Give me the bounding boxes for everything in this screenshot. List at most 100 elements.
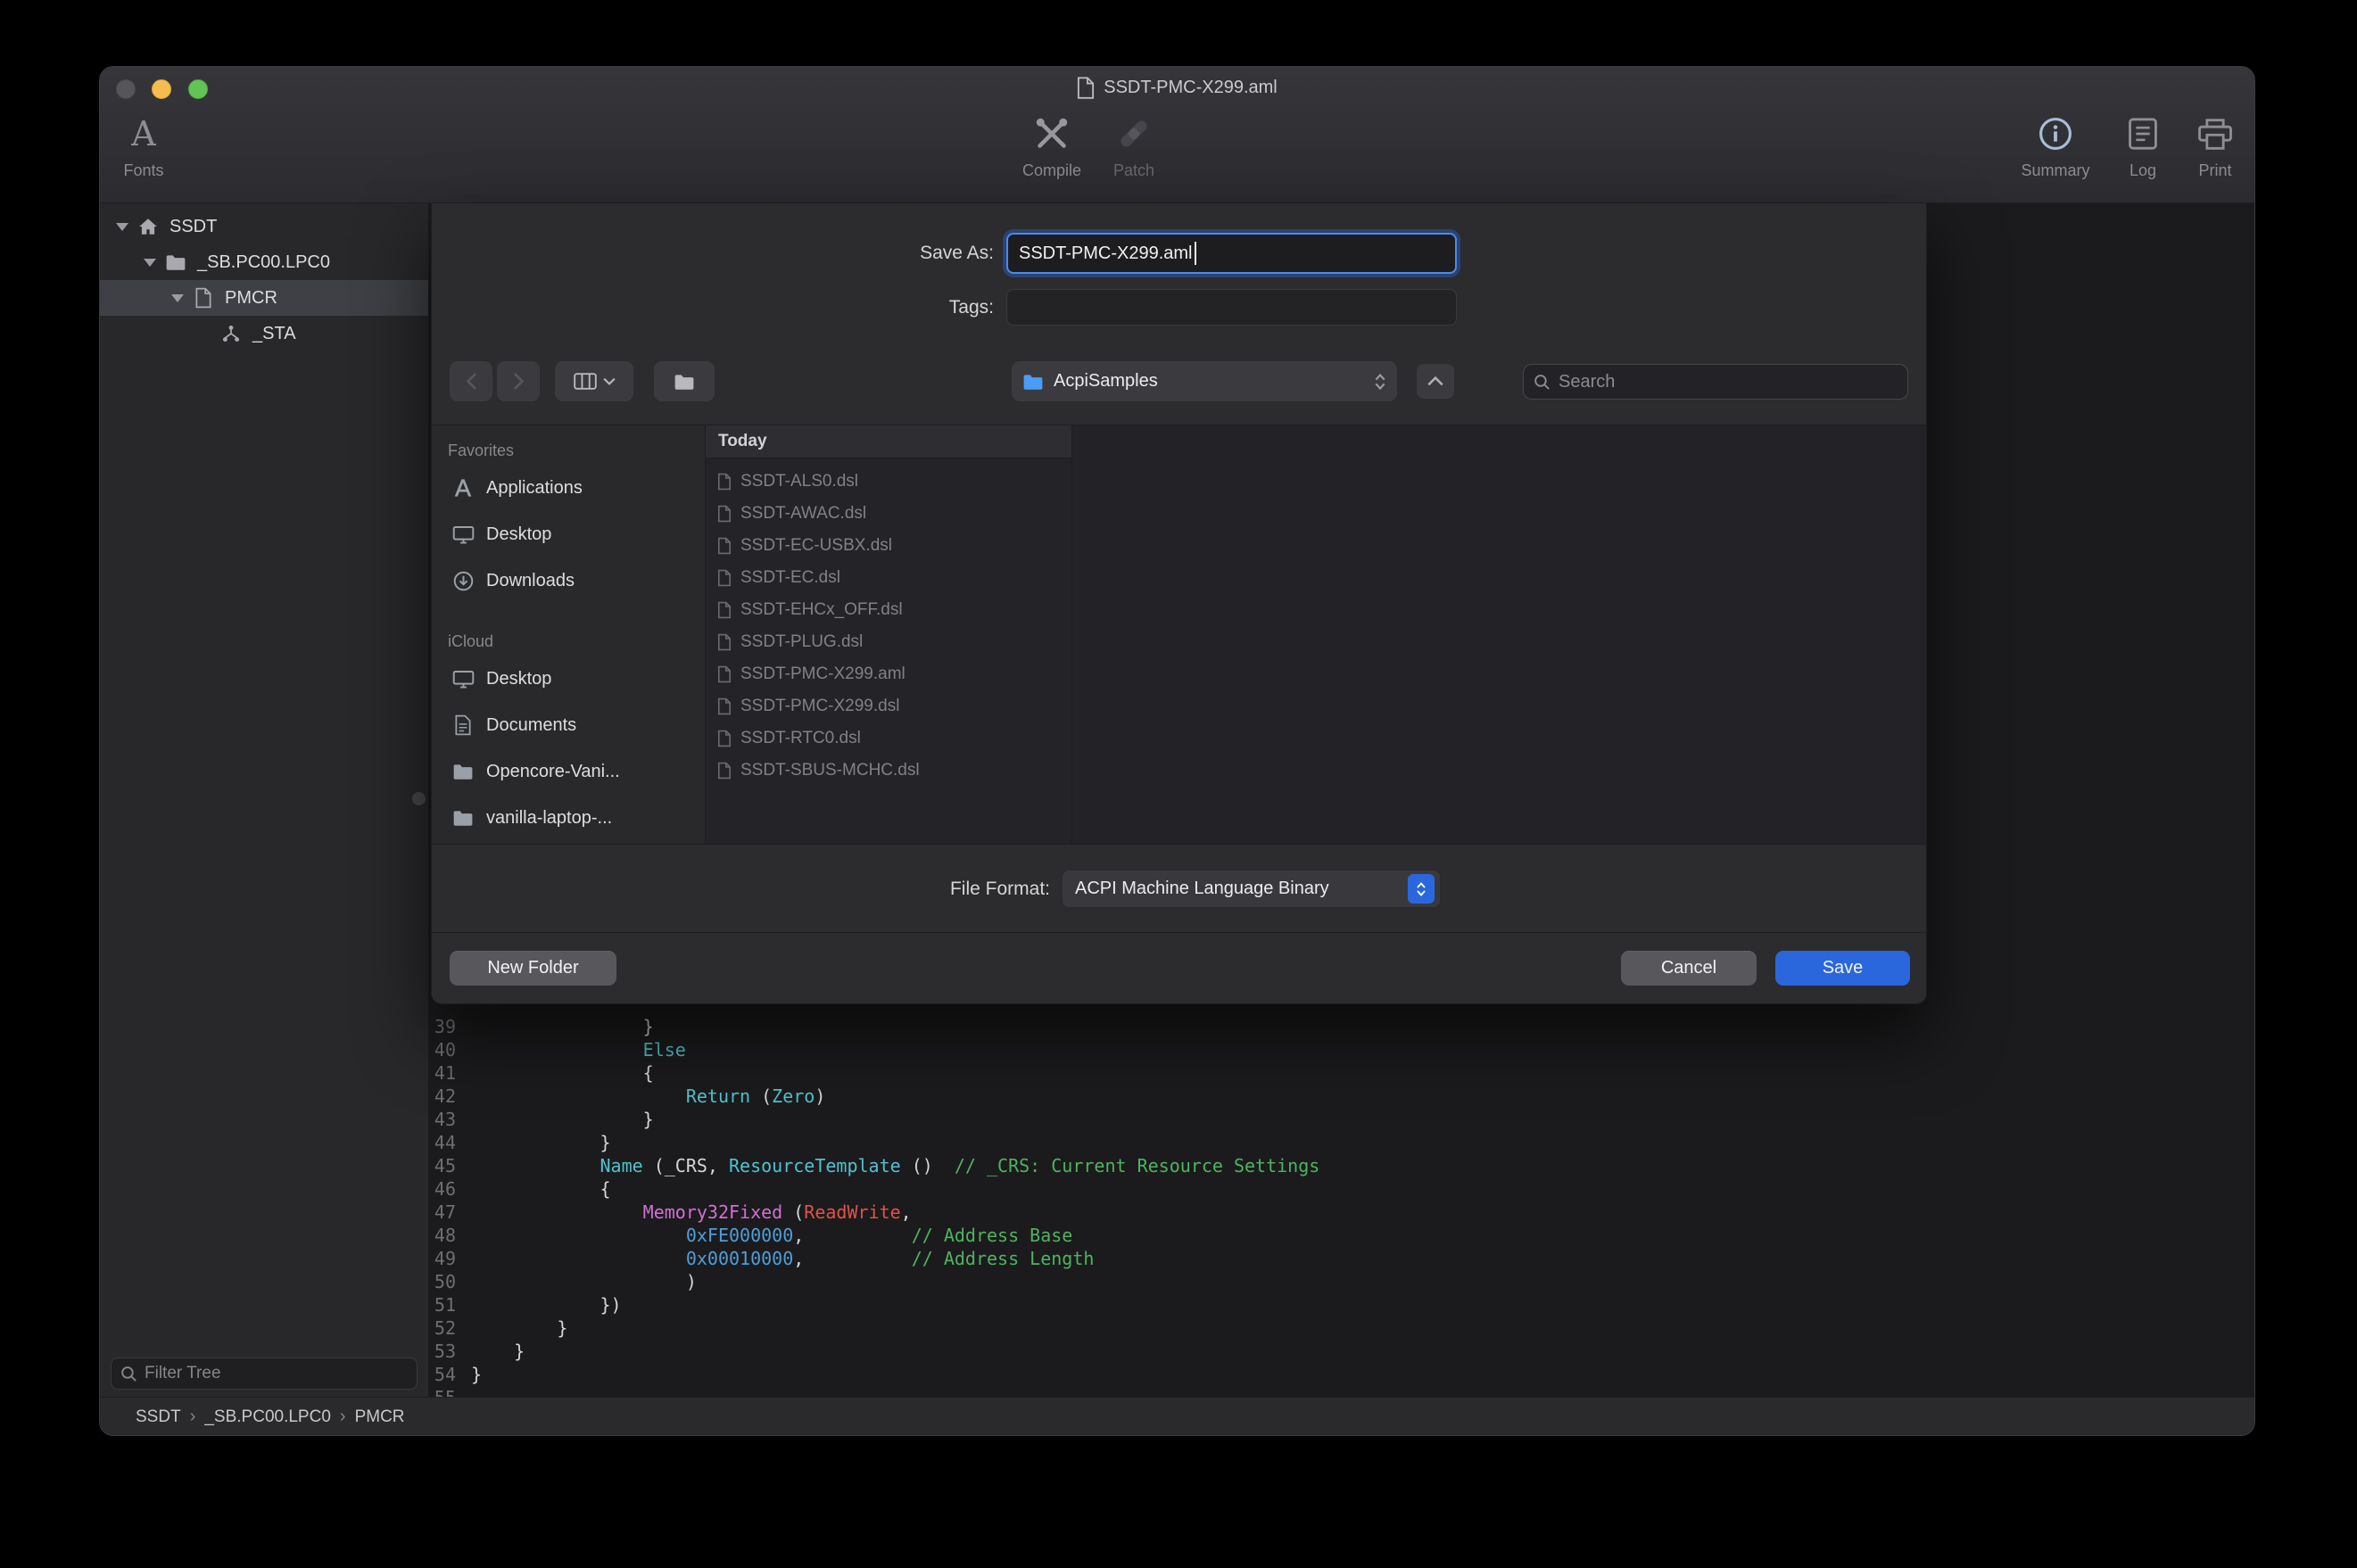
line-number: 43 (429, 1108, 456, 1131)
cancel-button[interactable]: Cancel (1621, 951, 1757, 986)
file-icon (716, 473, 732, 491)
folder-button[interactable] (654, 361, 715, 401)
tree-sidebar: SSDT_SB.PC00.LPC0PMCR _STA Filter Tree (100, 203, 429, 1397)
code-line: 53 } (429, 1340, 2254, 1363)
file-item-ssdt-pmc-x299-aml[interactable]: SSDT-PMC-X299.aml (706, 658, 1071, 690)
sheet-sidebar-item-desktop[interactable]: Desktop (432, 511, 705, 557)
code-text: } (471, 1316, 567, 1340)
file-item-label: SSDT-SBUS-MCHC.dsl (740, 761, 920, 780)
forward-button[interactable] (497, 361, 540, 401)
chevron-right-icon (513, 372, 525, 391)
new-folder-button[interactable]: New Folder (450, 951, 616, 986)
titlebar: SSDT-PMC-X299.aml A Fonts Compile Patch … (100, 67, 2254, 203)
tree-item-label: _STA (252, 324, 296, 344)
code-line: 52 } (429, 1316, 2254, 1340)
file-item-ssdt-ehcx-off-dsl[interactable]: SSDT-EHCx_OFF.dsl (706, 594, 1071, 626)
footer-divider (432, 932, 1926, 933)
line-number: 42 (429, 1085, 456, 1108)
file-item-ssdt-plug-dsl[interactable]: SSDT-PLUG.dsl (706, 626, 1071, 658)
tree-item-ssdt[interactable]: SSDT (100, 209, 428, 244)
code-text: } (471, 1363, 482, 1386)
toolbar-patch-button[interactable]: Patch (1094, 106, 1174, 197)
desktop-icon (451, 525, 475, 544)
sheet-sidebar-item-applications[interactable]: Applications (432, 465, 705, 511)
view-mode-button[interactable] (555, 361, 633, 401)
toolbar-log-button[interactable]: Log (2107, 106, 2179, 197)
sheet-sidebar-item-label: vanilla-laptop-... (486, 808, 612, 829)
location-popup[interactable]: AcpiSamples (1012, 361, 1397, 401)
file-format-popup[interactable]: ACPI Machine Language Binary (1062, 870, 1441, 908)
sheet-sidebar-item-vanilla-laptop[interactable]: vanilla-laptop-... (432, 795, 705, 841)
up-button[interactable] (1417, 364, 1454, 399)
code-line: 41 { (429, 1061, 2254, 1085)
save-as-input[interactable]: SSDT-PMC-X299.aml (1006, 233, 1457, 274)
filter-tree-input[interactable]: Filter Tree (111, 1358, 418, 1390)
tree-item-sb-pc00-lpc0[interactable]: _SB.PC00.LPC0 (100, 244, 428, 280)
code-text: { (471, 1177, 611, 1201)
toolbar-print-button[interactable]: Print (2179, 106, 2251, 197)
file-item-ssdt-ec-dsl[interactable]: SSDT-EC.dsl (706, 562, 1071, 594)
sheet-sidebar-item-downloads[interactable]: Downloads (432, 557, 705, 604)
sheet-sidebar-item-label: Desktop (486, 669, 551, 689)
sheet-sidebar-item-opencore-vani[interactable]: Opencore-Vani... (432, 748, 705, 795)
save-button[interactable]: Save (1775, 951, 1910, 986)
file-item-ssdt-als0-dsl[interactable]: SSDT-ALS0.dsl (706, 466, 1071, 498)
file-item-ssdt-rtc0-dsl[interactable]: SSDT-RTC0.dsl (706, 722, 1071, 755)
disclosure-triangle-icon[interactable] (116, 223, 136, 231)
sheet-sidebar-item-desktop[interactable]: Desktop (432, 656, 705, 702)
code-text: Name (_CRS, ResourceTemplate () // _CRS:… (471, 1154, 1319, 1177)
breadcrumb-item: PMCR (355, 1407, 405, 1426)
file-icon (716, 537, 732, 555)
file-item-ssdt-sbus-mchc-dsl[interactable]: SSDT-SBUS-MCHC.dsl (706, 755, 1071, 787)
line-number: 48 (429, 1224, 456, 1247)
file-item-ssdt-pmc-x299-dsl[interactable]: SSDT-PMC-X299.dsl (706, 690, 1071, 722)
file-item-label: SSDT-PMC-X299.aml (740, 664, 906, 684)
splitter-handle[interactable] (412, 792, 426, 805)
file-item-label: SSDT-ALS0.dsl (740, 472, 858, 491)
home-icon (136, 217, 161, 236)
tree-item-pmcr[interactable]: PMCR (100, 280, 428, 316)
code-text: 0x00010000, // Address Length (471, 1247, 1094, 1270)
back-button[interactable] (450, 361, 492, 401)
file-item-ssdt-ec-usbx-dsl[interactable]: SSDT-EC-USBX.dsl (706, 530, 1071, 562)
code-line: 47 Memory32Fixed (ReadWrite, (429, 1201, 2254, 1224)
folder-icon (674, 373, 695, 391)
search-placeholder: Search (1559, 372, 1615, 392)
code-line: 44 } (429, 1131, 2254, 1154)
toolbar-log-label: Log (2107, 161, 2179, 180)
code-area: 39 }40 Else41 {42 Return (Zero)43 }44 }4… (429, 1015, 2254, 1397)
breadcrumb-item: _SB.PC00.LPC0 (204, 1407, 331, 1426)
search-icon (120, 1366, 137, 1382)
document-icon (191, 287, 216, 309)
line-number: 55 (429, 1386, 456, 1397)
desktop: SSDT-PMC-X299.aml A Fonts Compile Patch … (0, 0, 2357, 1568)
toolbar-compile-button[interactable]: Compile (1012, 106, 1092, 197)
disclosure-triangle-icon[interactable] (144, 259, 163, 267)
file-item-ssdt-awac-dsl[interactable]: SSDT-AWAC.dsl (706, 498, 1071, 530)
compile-icon (1012, 106, 1092, 161)
tree-item-sta[interactable]: _STA (100, 316, 428, 351)
method-icon (219, 325, 244, 342)
code-line: 50 ) (429, 1270, 2254, 1293)
text-caret (1195, 242, 1196, 265)
code-text: Memory32Fixed (ReadWrite, (471, 1201, 912, 1224)
toolbar-print-label: Print (2179, 161, 2251, 180)
line-number: 45 (429, 1154, 456, 1177)
save-as-label: Save As: (771, 243, 994, 264)
toolbar-fonts-button[interactable]: A Fonts (100, 106, 187, 197)
document-proxy-icon (1077, 77, 1095, 99)
disclosure-triangle-icon[interactable] (171, 294, 191, 302)
file-browser: FavoritesApplicationsDesktopDownloadsiCl… (432, 425, 1926, 845)
fonts-icon: A (131, 114, 155, 153)
sheet-sidebar-item-documents[interactable]: Documents (432, 702, 705, 748)
downloads-icon (451, 571, 475, 591)
file-item-label: SSDT-EC.dsl (740, 568, 840, 588)
tags-input[interactable] (1006, 289, 1457, 326)
breadcrumb-item: SSDT (136, 1407, 181, 1426)
code-text: 0xFE000000, // Address Base (471, 1224, 1072, 1247)
toolbar-summary-button[interactable]: Summary (2020, 106, 2091, 197)
section-gap (432, 604, 705, 627)
search-field[interactable]: Search (1523, 364, 1908, 400)
file-icon (716, 730, 732, 747)
file-item-label: SSDT-RTC0.dsl (740, 729, 861, 748)
